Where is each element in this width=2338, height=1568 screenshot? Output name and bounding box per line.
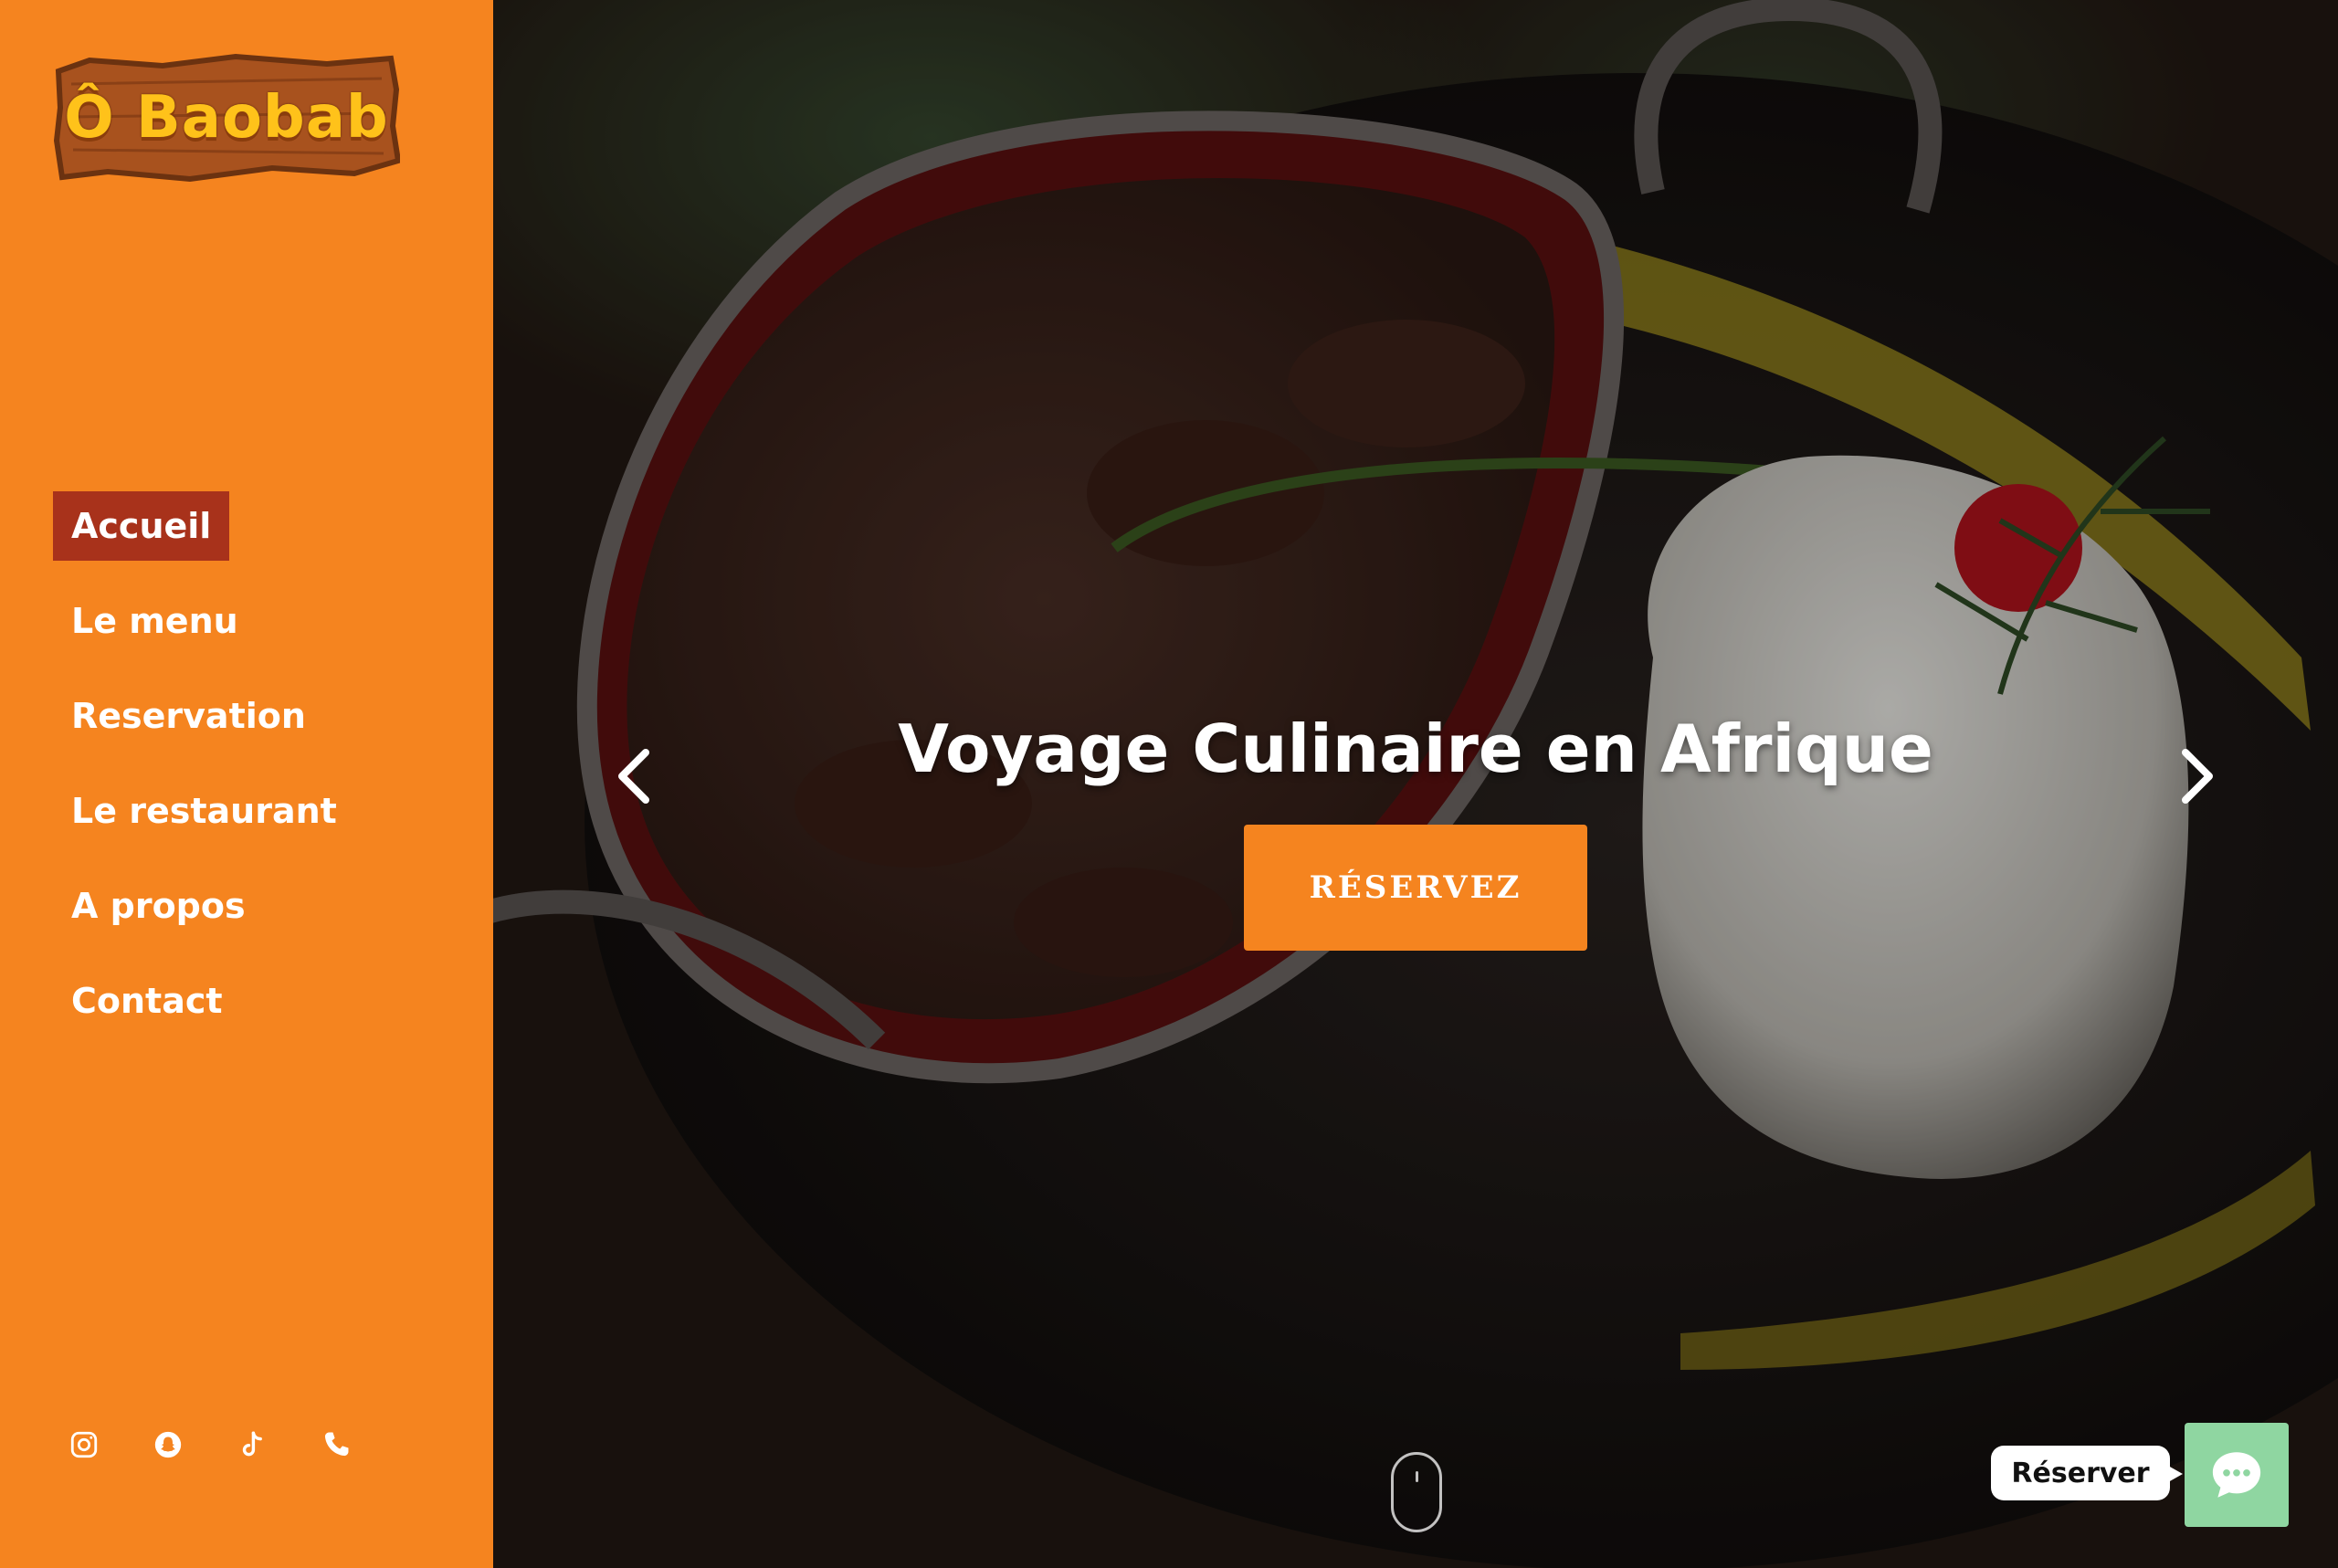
nav-item-a-propos[interactable]: A propos [53,871,264,941]
instagram-icon[interactable] [68,1428,100,1461]
hero-title: Voyage Culinaire en Afrique [898,710,1933,788]
nav-item-le-menu[interactable]: Le menu [53,586,257,656]
reserve-cta-button[interactable]: RÉSERVEZ [1244,825,1587,951]
social-links [68,1428,353,1461]
nav-item-accueil[interactable]: Accueil [53,491,230,561]
hero-slider: Voyage Culinaire en Afrique RÉSERVEZ Rés… [493,0,2338,1568]
sidebar: Ô Baobab Accueil Le menu Reservation Le … [0,0,493,1568]
logo-text: Ô Baobab [64,84,389,152]
phone-icon[interactable] [320,1428,353,1461]
nav-item-reservation[interactable]: Reservation [53,681,324,751]
mouse-scroll-icon[interactable] [1391,1452,1442,1532]
nav-item-le-restaurant[interactable]: Le restaurant [53,776,355,846]
logo[interactable]: Ô Baobab [53,53,400,183]
reserve-widget-label[interactable]: Réserver [1991,1446,2183,1500]
chat-bubble-icon [2212,1452,2261,1498]
main-nav: Accueil Le menu Reservation Le restauran… [53,491,455,1061]
snapchat-icon[interactable] [152,1428,184,1461]
chat-widget-button[interactable] [2185,1423,2289,1527]
tiktok-icon[interactable] [236,1428,269,1461]
nav-item-contact[interactable]: Contact [53,966,241,1036]
